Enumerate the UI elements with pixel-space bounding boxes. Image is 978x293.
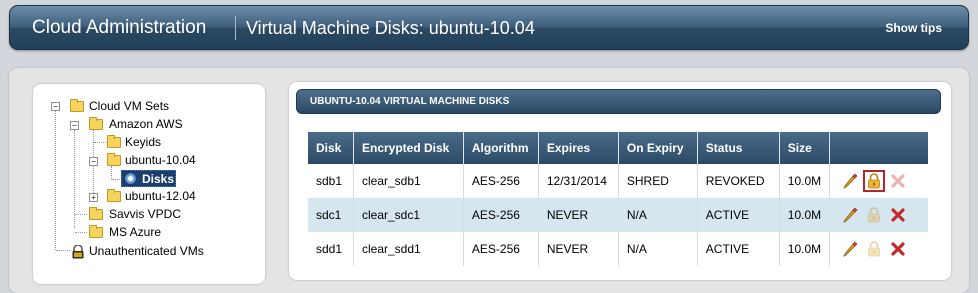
tree-node-unauthenticated-vms[interactable]: Unauthenticated VMs (89, 244, 204, 258)
cell-actions (829, 232, 928, 266)
tree-node-disks-label: Disks (142, 172, 175, 186)
column-header-expires[interactable]: Expires (538, 132, 619, 164)
disks-panel-title: UBUNTU-10.04 VIRTUAL MACHINE DISKS (310, 96, 510, 107)
column-header-encrypted-disk[interactable]: Encrypted Disk (353, 132, 464, 164)
cell-expires: NEVER (538, 198, 619, 232)
delete-x-icon[interactable] (890, 241, 906, 257)
tree-connector (111, 166, 112, 180)
tree-node-amazon-aws[interactable]: Amazon AWS (109, 117, 183, 131)
cell-size: 10.0M (779, 198, 831, 232)
lock-icon[interactable] (866, 241, 882, 257)
column-header-status[interactable]: Status (697, 132, 780, 164)
cell-algorithm: AES-256 (463, 198, 539, 232)
disks-panel-header: UBUNTU-10.04 VIRTUAL MACHINE DISKS (296, 89, 941, 114)
lock-icon (71, 244, 85, 259)
tree-node-ms-azure[interactable]: MS Azure (109, 225, 161, 239)
cell-disk: sdd1 (308, 232, 354, 266)
edit-pencil-icon[interactable] (842, 173, 858, 189)
folder-icon (89, 225, 103, 238)
cell-actions (829, 198, 928, 232)
delete-x-icon[interactable] (890, 173, 906, 189)
column-header-on-expiry[interactable]: On Expiry (618, 132, 698, 164)
show-tips-link[interactable]: Show tips (885, 21, 942, 35)
cell-expires: 12/31/2014 (538, 164, 619, 198)
disk-icon (125, 173, 136, 184)
header-bar: Cloud Administration Virtual Machine Dis… (9, 5, 969, 50)
cell-on-expiry: SHRED (618, 164, 698, 198)
cell-status: ACTIVE (697, 198, 780, 232)
column-header-size[interactable]: Size (779, 132, 831, 164)
folder-icon (107, 189, 121, 202)
tree-node-ubuntu-1204[interactable]: ubuntu-12.04 (125, 189, 196, 203)
edit-pencil-icon[interactable] (842, 207, 858, 223)
table-header-row: Disk Encrypted Disk Algorithm Expires On… (308, 132, 928, 164)
cell-algorithm: AES-256 (463, 164, 539, 198)
collapse-toggle-icon[interactable]: − (70, 121, 79, 130)
tree-node-keyids[interactable]: Keyids (125, 135, 161, 149)
folder-icon (107, 135, 121, 148)
folder-open-icon (107, 153, 121, 166)
cell-status: ACTIVE (697, 232, 780, 266)
cell-algorithm: AES-256 (463, 232, 539, 266)
column-header-algorithm[interactable]: Algorithm (463, 132, 539, 164)
app-title: Cloud Administration (32, 17, 207, 38)
collapse-toggle-icon[interactable]: − (89, 157, 98, 166)
tree-connector (75, 214, 87, 215)
cell-actions (829, 164, 928, 198)
folder-open-icon (70, 99, 84, 112)
cell-on-expiry: N/A (618, 198, 698, 232)
folder-open-icon (89, 117, 103, 130)
cell-status: REVOKED (697, 164, 780, 198)
edit-pencil-icon[interactable] (842, 241, 858, 257)
header-divider (235, 16, 236, 40)
cell-on-expiry: N/A (618, 232, 698, 266)
tree-connector (56, 250, 70, 251)
tree-connector (55, 107, 56, 250)
cell-encrypted-disk: clear_sdb1 (353, 164, 464, 198)
table-row: sdd1 clear_sdd1 AES-256 NEVER N/A ACTIVE… (308, 232, 928, 266)
cell-expires: NEVER (538, 232, 619, 266)
disks-table: Disk Encrypted Disk Algorithm Expires On… (308, 132, 928, 266)
tree-node-disks-selected[interactable]: Disks (121, 170, 176, 187)
table-row: sdb1 clear_sdb1 AES-256 12/31/2014 SHRED… (308, 164, 928, 198)
cell-size: 10.0M (779, 232, 831, 266)
lock-icon[interactable] (863, 170, 886, 192)
column-header-disk[interactable]: Disk (308, 132, 354, 164)
tree-connector (94, 142, 106, 143)
folder-icon (89, 207, 103, 220)
tree-node-savvis-vpdc[interactable]: Savvis VPDC (109, 207, 181, 221)
tree-connector (75, 232, 87, 233)
column-header-actions (829, 132, 928, 164)
expand-toggle-icon[interactable]: + (89, 193, 98, 202)
page-title: Virtual Machine Disks: ubuntu-10.04 (246, 18, 535, 38)
tree-node-cloud-vm-sets[interactable]: Cloud VM Sets (89, 99, 169, 113)
table-row: sdc1 clear_sdc1 AES-256 NEVER N/A ACTIVE… (308, 198, 928, 232)
cell-size: 10.0M (779, 164, 831, 198)
tree-node-ubuntu-1004[interactable]: ubuntu-10.04 (125, 153, 196, 167)
lock-icon[interactable] (866, 207, 882, 223)
cell-disk: sdb1 (308, 164, 354, 198)
cell-encrypted-disk: clear_sdd1 (353, 232, 464, 266)
collapse-toggle-icon[interactable]: − (51, 102, 60, 111)
cell-disk: sdc1 (308, 198, 354, 232)
cell-encrypted-disk: clear_sdc1 (353, 198, 464, 232)
delete-x-icon[interactable] (890, 207, 906, 223)
